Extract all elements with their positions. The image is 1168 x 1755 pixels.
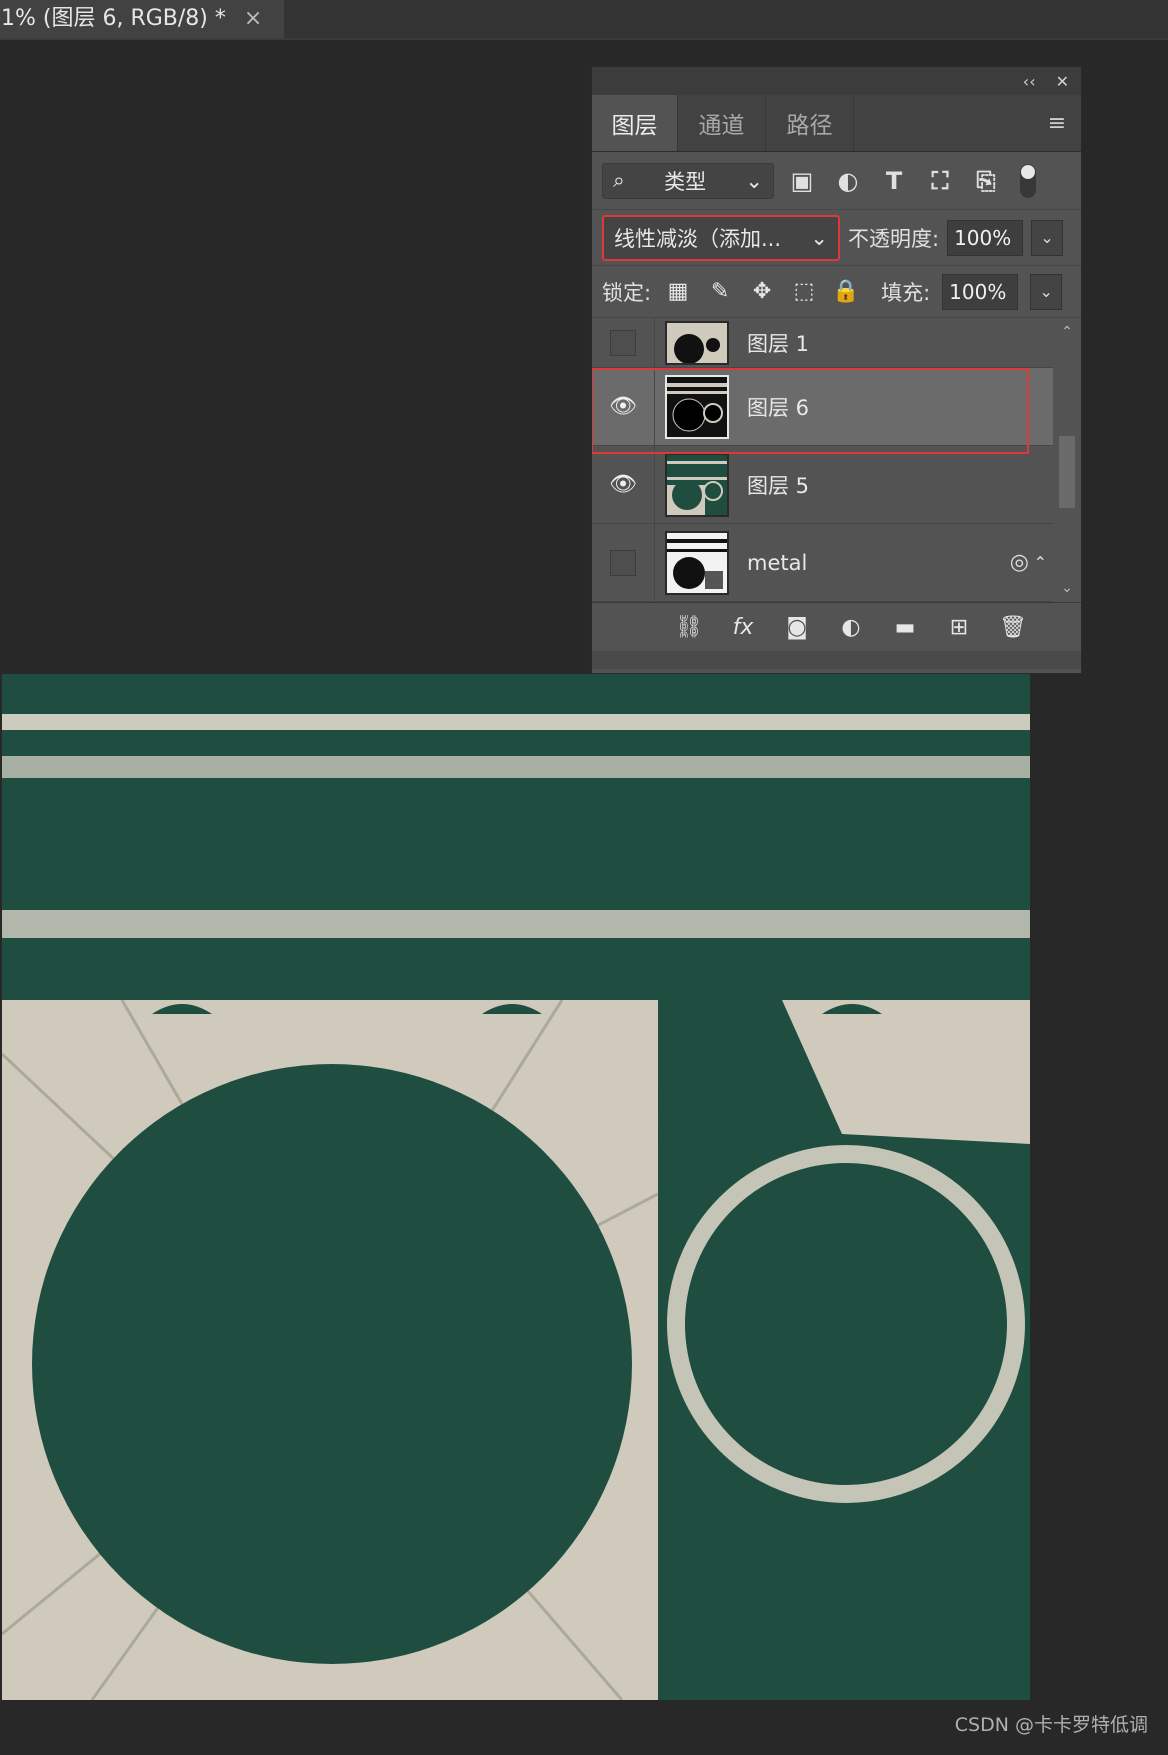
blend-mode-dropdown[interactable]: 线性减淡（添加... ⌄	[602, 214, 840, 261]
close-panel-icon[interactable]: ✕	[1056, 72, 1069, 91]
tab-channels[interactable]: 通道	[678, 95, 766, 151]
document-tab[interactable]: .1% (图层 6, RGB/8) * ×	[0, 0, 284, 38]
layer-row[interactable]: 👁 图层 6	[592, 368, 1081, 446]
close-icon[interactable]: ×	[244, 0, 262, 38]
panel-resize-handle[interactable]	[592, 651, 1081, 669]
tab-layers[interactable]: 图层	[592, 95, 678, 151]
chevron-down-icon: ⌄	[810, 225, 828, 250]
layer-thumbnail	[665, 374, 729, 439]
filter-toggle[interactable]	[1020, 163, 1036, 198]
filter-type-label: 类型	[664, 169, 707, 194]
new-group-icon[interactable]: ▬	[889, 611, 921, 643]
eye-icon[interactable]: 👁	[592, 446, 655, 523]
visibility-toggle[interactable]	[592, 318, 655, 367]
lock-transparency-icon[interactable]: ▦	[663, 277, 693, 307]
scroll-up-icon[interactable]: ⌃	[1053, 324, 1081, 340]
image-filter-icon[interactable]: ▣	[784, 163, 820, 199]
shape-filter-icon[interactable]: ⛶	[922, 163, 958, 199]
lock-all-icon[interactable]: 🔒	[831, 277, 861, 307]
layer-list: 图层 1 👁 图层 6 👁 图层 5 metal ◎ ⌃ ⌃ ⌄	[592, 318, 1081, 602]
scrollbar-thumb[interactable]	[1059, 436, 1075, 508]
tab-paths[interactable]: 路径	[766, 95, 854, 151]
filter-type-dropdown[interactable]: ⌕ 类型 ⌄	[602, 162, 774, 199]
chevron-up-icon[interactable]: ⌃	[1034, 553, 1047, 572]
layer-row[interactable]: metal ◎ ⌃	[592, 524, 1081, 602]
layer-name: 图层 5	[747, 473, 810, 498]
layer-thumbnail	[665, 452, 729, 517]
panel-header: ‹‹ ✕	[592, 67, 1081, 95]
layer-row[interactable]: 👁 图层 5	[592, 446, 1081, 524]
divider	[0, 38, 1168, 40]
layer-actions-bar: ⛓ fx ◙ ◐ ▬ ⊞ 🗑	[592, 602, 1081, 651]
layer-scrollbar[interactable]: ⌃ ⌄	[1053, 318, 1081, 602]
lock-paint-icon[interactable]: ✎	[705, 277, 735, 307]
collapse-icon[interactable]: ‹‹	[1023, 72, 1036, 91]
smart-object-filter-icon[interactable]: ⎘	[968, 163, 1004, 199]
layer-name: metal	[747, 550, 808, 575]
delete-layer-icon[interactable]: 🗑	[997, 611, 1029, 643]
opacity-dropdown-button[interactable]: ⌄	[1031, 219, 1064, 256]
layer-thumbnail	[665, 530, 729, 595]
search-icon: ⌕	[613, 168, 625, 192]
opacity-label: 不透明度:	[848, 226, 940, 251]
lock-artboard-icon[interactable]: ⬚	[789, 277, 819, 307]
add-mask-icon[interactable]: ◙	[781, 611, 813, 643]
scroll-down-icon[interactable]: ⌄	[1053, 580, 1081, 596]
canvas-artwork	[2, 674, 1030, 1700]
panel-menu-icon[interactable]: ≡	[1033, 95, 1081, 151]
lock-label: 锁定:	[602, 280, 652, 305]
smart-filter-icon[interactable]: ◎	[1010, 550, 1029, 575]
new-layer-icon[interactable]: ⊞	[943, 611, 975, 643]
fill-label: 填充:	[881, 280, 931, 305]
adjustment-filter-icon[interactable]: ◐	[830, 163, 866, 199]
layers-panel: ‹‹ ✕ 图层 通道 路径 ≡ ⌕ 类型 ⌄ ▣ ◐ T ⛶ ⎘ 线性减淡（添加…	[591, 66, 1082, 674]
lock-position-icon[interactable]: ✥	[747, 277, 777, 307]
link-layers-icon[interactable]: ⛓	[673, 611, 705, 643]
chevron-down-icon: ⌄	[745, 168, 763, 193]
lock-row: 锁定: ▦ ✎ ✥ ⬚ 🔒 填充: 100% ⌄	[592, 266, 1081, 318]
layer-name: 图层 6	[747, 395, 810, 420]
layer-thumbnail	[665, 320, 729, 365]
fill-dropdown-button[interactable]: ⌄	[1030, 273, 1063, 310]
document-tab-title: .1% (图层 6, RGB/8) *	[0, 6, 226, 31]
type-filter-icon[interactable]: T	[876, 163, 912, 199]
canvas[interactable]	[2, 674, 1030, 1700]
layer-filter-row: ⌕ 类型 ⌄ ▣ ◐ T ⛶ ⎘	[592, 152, 1081, 210]
visibility-toggle[interactable]	[592, 524, 655, 601]
tab-bar	[284, 0, 1168, 38]
eye-icon[interactable]: 👁	[592, 368, 655, 445]
adjustment-layer-icon[interactable]: ◐	[835, 611, 867, 643]
panel-tabs: 图层 通道 路径 ≡	[592, 95, 1081, 152]
opacity-input[interactable]: 100%	[947, 219, 1024, 256]
layer-name: 图层 1	[747, 331, 810, 356]
watermark: CSDN @卡卡罗特低调	[954, 1714, 1148, 1736]
fx-icon[interactable]: fx	[727, 611, 759, 643]
layer-row[interactable]: 图层 1	[592, 318, 1081, 368]
blend-mode-value: 线性减淡（添加...	[614, 226, 782, 251]
blend-row: 线性减淡（添加... ⌄ 不透明度: 100% ⌄	[592, 210, 1081, 266]
fill-input[interactable]: 100%	[942, 273, 1019, 310]
